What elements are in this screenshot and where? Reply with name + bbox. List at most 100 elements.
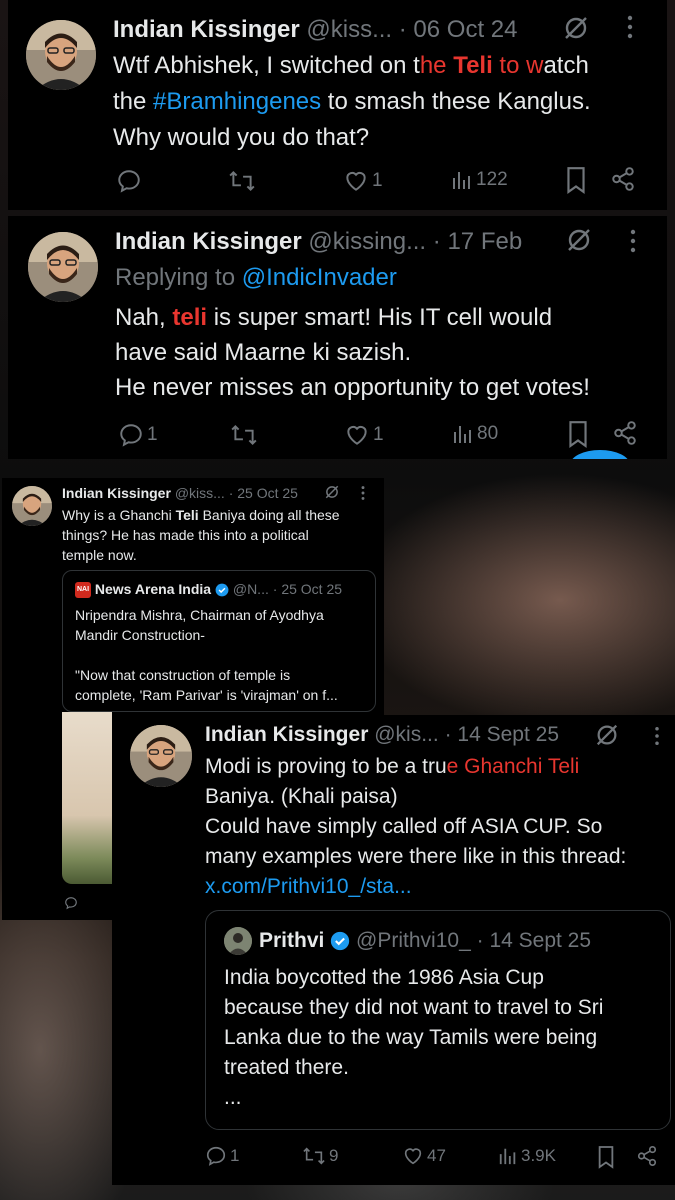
views-count: 3.9K	[521, 1146, 556, 1165]
text-line: temple now.	[62, 547, 137, 563]
more-icon[interactable]	[653, 725, 661, 752]
bookmark-button[interactable]	[564, 166, 588, 194]
quote-author-handle[interactable]: @N...	[233, 581, 269, 597]
text-line: India boycotted the 1986 Asia Cup	[224, 966, 544, 989]
retweet-icon	[229, 171, 255, 191]
tweet-date[interactable]: 06 Oct 24	[413, 16, 517, 43]
tweet-card-2[interactable]: Indian Kissinger @kissing... · 17 Feb Re…	[8, 216, 667, 459]
like-button[interactable]: 47	[402, 1145, 446, 1167]
text-segment: is super smart! His IT cell would	[213, 304, 553, 331]
tweet-card-1[interactable]: Indian Kissinger @kiss... · 06 Oct 24 Wt…	[8, 0, 667, 210]
separator: ·	[228, 485, 234, 501]
avatar[interactable]	[12, 486, 52, 526]
thread-link[interactable]: x.com/Prithvi10_/sta...	[205, 875, 412, 898]
share-button[interactable]	[636, 1145, 658, 1167]
author-name[interactable]: Indian Kissinger	[62, 485, 171, 501]
hashtag-link[interactable]: #Bramhingenes	[153, 88, 321, 115]
quote-author-name[interactable]: News Arena India	[95, 581, 211, 597]
tweet-date[interactable]: 25 Oct 25	[237, 485, 298, 501]
author-handle[interactable]: @kis...	[374, 723, 439, 746]
retweet-icon	[303, 1147, 325, 1165]
author-name[interactable]: Indian Kissinger	[113, 16, 300, 43]
quote-date[interactable]: 25 Oct 25	[281, 581, 342, 597]
text-line: treated there.	[224, 1056, 349, 1079]
highlight-text: to w	[492, 52, 544, 79]
views-icon	[454, 426, 471, 443]
grok-icon[interactable]	[594, 722, 620, 753]
reply-button[interactable]: 1	[118, 422, 158, 448]
avatar[interactable]	[130, 725, 192, 787]
retweet-button[interactable]: 9	[302, 1145, 338, 1167]
share-icon	[614, 421, 636, 445]
highlight-text: Teli	[547, 755, 580, 778]
text-line: because they did not want to travel to S…	[224, 996, 604, 1019]
bookmark-icon	[567, 167, 585, 194]
quoted-tweet[interactable]: NAI News Arena India @N... · 25 Oct 25 N…	[62, 570, 376, 712]
quote-date[interactable]: 14 Sept 25	[489, 929, 591, 952]
text-line: things? He has made this into a politica…	[62, 527, 309, 543]
reply-button[interactable]: 1	[205, 1145, 239, 1167]
tweet-date[interactable]: 14 Sept 25	[457, 723, 559, 746]
text-line: many examples were there like in this th…	[205, 845, 627, 868]
bookmark-button[interactable]	[596, 1145, 616, 1169]
more-icon[interactable]	[360, 485, 366, 506]
share-button[interactable]	[610, 166, 636, 192]
text-line: Could have simply called off ASIA CUP. S…	[205, 815, 603, 838]
separator: ·	[272, 581, 278, 597]
avatar[interactable]	[28, 232, 98, 302]
tweet-text: Wtf Abhishek, I switched on the Teli to …	[113, 48, 663, 156]
reply-button[interactable]	[116, 168, 142, 194]
views-icon	[499, 1148, 516, 1165]
author-name[interactable]: Indian Kissinger	[205, 723, 368, 746]
text-line: "Now that construction of temple is	[75, 667, 291, 683]
retweet-button[interactable]	[230, 422, 258, 448]
quote-author-handle[interactable]: @Prithvi10_	[356, 929, 471, 952]
separator: ·	[476, 929, 484, 952]
bookmark-icon	[598, 1146, 614, 1169]
grok-icon[interactable]	[565, 226, 593, 259]
mention-link[interactable]: @IndicInvader	[242, 264, 397, 291]
news-logo-icon: NAI	[75, 582, 91, 599]
reply-icon	[120, 424, 142, 447]
quote-image[interactable]	[62, 712, 112, 884]
like-icon	[347, 425, 367, 445]
like-button[interactable]: 1	[343, 168, 383, 194]
bookmark-button[interactable]	[566, 420, 590, 448]
text-line: Mandir Construction-	[75, 627, 205, 643]
tweet-header: Indian Kissinger @kiss... · 25 Oct 25	[62, 485, 298, 501]
grok-icon[interactable]	[324, 484, 340, 505]
author-handle[interactable]: @kissing...	[308, 228, 426, 255]
tweet-date[interactable]: 17 Feb	[447, 228, 522, 255]
retweet-icon	[231, 425, 257, 445]
retweet-button[interactable]	[228, 168, 256, 194]
views-count: 80	[477, 423, 499, 444]
views-button[interactable]: 80	[452, 422, 498, 446]
like-button[interactable]: 1	[344, 422, 384, 448]
author-name[interactable]: Indian Kissinger	[115, 228, 302, 255]
author-handle[interactable]: @kiss...	[306, 16, 392, 43]
tweet-card-4[interactable]: Indian Kissinger @kis... · 14 Sept 25 Mo…	[112, 715, 675, 1185]
text-line: He never misses an opportunity to get vo…	[115, 374, 590, 401]
views-button[interactable]: 122	[451, 168, 508, 192]
quote-avatar[interactable]	[224, 927, 252, 955]
avatar[interactable]	[26, 20, 96, 90]
quote-author-name[interactable]: Prithvi	[259, 929, 324, 952]
like-count: 1	[373, 424, 384, 445]
bookmark-icon	[569, 421, 587, 448]
text-segment: atch	[543, 52, 589, 79]
views-count: 122	[476, 169, 508, 190]
text-line: ...	[224, 1086, 242, 1109]
like-icon	[404, 1148, 422, 1165]
reply-icon	[118, 170, 140, 193]
reply-icon[interactable]	[64, 896, 78, 915]
share-button[interactable]	[612, 420, 638, 446]
views-button[interactable]: 3.9K	[498, 1145, 556, 1167]
bold-text: Teli	[175, 507, 199, 523]
quoted-tweet[interactable]: Prithvi @Prithvi10_ · 14 Sept 25 India b…	[205, 910, 671, 1130]
author-handle[interactable]: @kiss...	[175, 485, 225, 501]
reply-count: 1	[147, 424, 158, 445]
more-icon[interactable]	[628, 228, 638, 259]
more-icon[interactable]	[625, 14, 635, 45]
grok-icon[interactable]	[562, 14, 590, 47]
quote-text: Nripendra Mishra, Chairman of Ayodhya Ma…	[75, 605, 370, 705]
